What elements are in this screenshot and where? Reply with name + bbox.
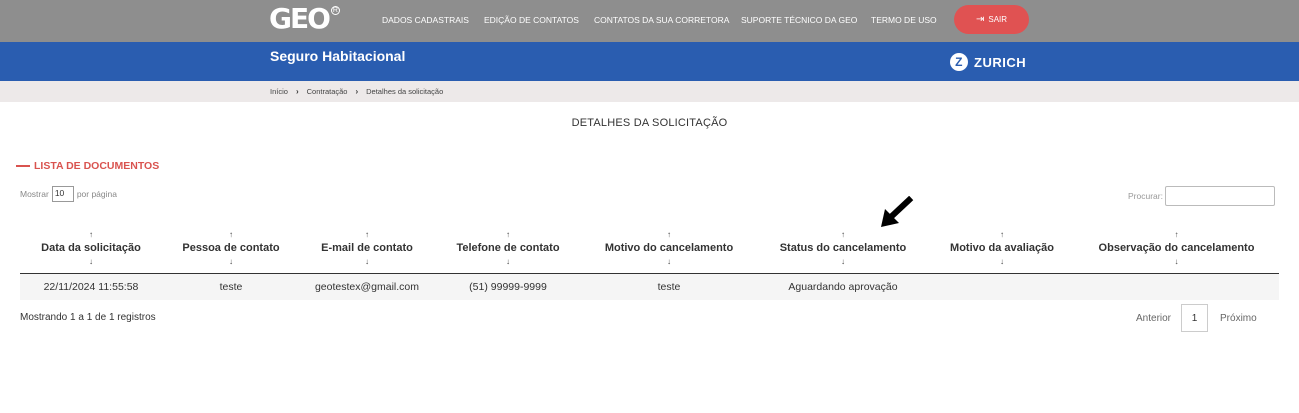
cell-pessoa-contato: teste xyxy=(162,273,300,300)
product-banner xyxy=(0,42,1299,81)
column-label: Telefone de contato xyxy=(456,241,560,254)
column-label: E-mail de contato xyxy=(321,241,413,254)
breadcrumb-detalhes: Detalhes da solicitação xyxy=(366,87,444,96)
breadcrumb-bar xyxy=(0,81,1299,102)
sort-up-icon: ↑ xyxy=(365,229,369,239)
column-status-cancelamento[interactable]: ↑ Status do cancelamento ↓ xyxy=(756,224,930,274)
geo-logo[interactable]: GEO R xyxy=(269,4,340,34)
sort-up-icon: ↑ xyxy=(667,229,671,239)
product-title: Seguro Habitacional xyxy=(270,48,406,64)
cell-email-contato: geotestex@gmail.com xyxy=(300,273,434,300)
section-dash xyxy=(16,165,30,167)
page-size-select[interactable]: 10 xyxy=(51,186,74,202)
column-pessoa-contato[interactable]: ↑ Pessoa de contato ↓ xyxy=(162,224,300,274)
nav-contatos-corretora[interactable]: CONTATOS DA SUA CORRETORA xyxy=(594,15,729,25)
zurich-logo: Z ZURICH xyxy=(950,53,1026,71)
column-motivo-avaliacao[interactable]: ↑ Motivo da avaliação ↓ xyxy=(930,224,1074,274)
zurich-label: ZURICH xyxy=(974,54,1027,70)
nav-dados-cadastrais[interactable]: DADOS CADASTRAIS xyxy=(382,15,469,25)
search-label: Procurar: xyxy=(1128,191,1163,201)
pointer-arrow-icon xyxy=(881,196,914,227)
column-label: Pessoa de contato xyxy=(182,241,280,254)
zurich-z-icon: Z xyxy=(950,53,968,71)
sort-up-icon: ↑ xyxy=(89,229,93,239)
sort-up-icon: ↑ xyxy=(841,229,845,239)
page-1-button[interactable]: 1 xyxy=(1181,304,1209,332)
column-label: Motivo do cancelamento xyxy=(604,241,734,254)
cell-motivo-cancelamento: teste xyxy=(582,273,756,300)
search-control: Procurar: xyxy=(1128,186,1275,206)
nav-suporte-tecnico[interactable]: SUPORTE TÉCNICO DA GEO xyxy=(741,15,857,25)
logout-label: SAIR xyxy=(988,15,1008,24)
breadcrumb-inicio[interactable]: Início xyxy=(270,87,288,96)
documents-table: ↑ Data da solicitação ↓ ↑ Pessoa de contato… xyxy=(20,224,1279,300)
chevron-right-icon: › xyxy=(355,87,359,96)
sort-down-icon: ↓ xyxy=(841,256,845,266)
table-row: 22/11/2024 11:55:58 teste geotestex@gmai… xyxy=(20,273,1279,300)
records-info: Mostrando 1 a 1 de 1 registros xyxy=(20,312,156,323)
column-label: Data da solicitação xyxy=(41,241,141,254)
section-title: LISTA DE DOCUMENTOS xyxy=(16,160,159,172)
sort-down-icon: ↓ xyxy=(1000,256,1004,266)
column-label: Status do cancelamento xyxy=(779,241,907,254)
cell-status-cancelamento: Aguardando aprovação xyxy=(756,273,930,300)
sort-up-icon: ↑ xyxy=(506,229,510,239)
sort-up-icon: ↑ xyxy=(1174,229,1179,239)
exit-icon: ⇥ xyxy=(975,14,985,25)
nav-edicao-contatos[interactable]: EDIÇÃO DE CONTATOS xyxy=(484,15,579,25)
sort-down-icon: ↓ xyxy=(229,256,233,266)
nav-termo-de-uso[interactable]: TERMO DE USO xyxy=(871,15,937,25)
table-header-row: ↑ Data da solicitação ↓ ↑ Pessoa de contato… xyxy=(20,224,1279,274)
column-label: Motivo da avaliação xyxy=(950,241,1054,254)
column-motivo-cancelamento[interactable]: ↑ Motivo do cancelamento ↓ xyxy=(582,224,756,274)
sort-down-icon: ↓ xyxy=(667,256,671,266)
section-title-label: LISTA DE DOCUMENTOS xyxy=(34,160,160,172)
pagination: Anterior 1 Próximo xyxy=(1126,304,1269,332)
show-prefix: Mostrar xyxy=(20,189,49,199)
chevron-right-icon: › xyxy=(295,87,299,96)
column-data-solicitacao[interactable]: ↑ Data da solicitação ↓ xyxy=(20,224,162,274)
next-page-button[interactable]: Próximo xyxy=(1208,313,1269,324)
page-size-control: Mostrar 10 por página xyxy=(20,186,117,202)
prev-page-button[interactable]: Anterior xyxy=(1126,313,1181,324)
registered-mark-icon: R xyxy=(330,6,340,15)
logo-text: GEO xyxy=(269,2,331,35)
logout-button[interactable]: ⇥ SAIR xyxy=(954,5,1029,34)
show-suffix: por página xyxy=(76,189,117,199)
sort-down-icon: ↓ xyxy=(1174,256,1179,266)
cell-data-solicitacao: 22/11/2024 11:55:58 xyxy=(20,273,162,300)
column-email-contato[interactable]: ↑ E-mail de contato ↓ xyxy=(300,224,434,274)
sort-up-icon: ↑ xyxy=(229,229,233,239)
sort-down-icon: ↓ xyxy=(365,256,369,266)
column-telefone-contato[interactable]: ↑ Telefone de contato ↓ xyxy=(434,224,582,274)
column-label: Observação do cancelamento xyxy=(1098,241,1255,254)
cell-telefone-contato: (51) 99999-9999 xyxy=(434,273,582,300)
page-title: DETALHES DA SOLICITAÇÃO xyxy=(571,117,728,129)
sort-down-icon: ↓ xyxy=(89,256,93,266)
search-input[interactable] xyxy=(1164,186,1275,206)
breadcrumb-contratacao[interactable]: Contratação xyxy=(307,87,348,96)
sort-down-icon: ↓ xyxy=(506,256,510,266)
cell-observacao-cancelamento xyxy=(1074,273,1279,300)
column-observacao-cancelamento[interactable]: ↑ Observação do cancelamento ↓ xyxy=(1074,224,1279,274)
breadcrumb: Início › Contratação › Detalhes da solic… xyxy=(270,87,443,96)
sort-up-icon: ↑ xyxy=(1000,229,1004,239)
cell-motivo-avaliacao xyxy=(930,273,1074,300)
